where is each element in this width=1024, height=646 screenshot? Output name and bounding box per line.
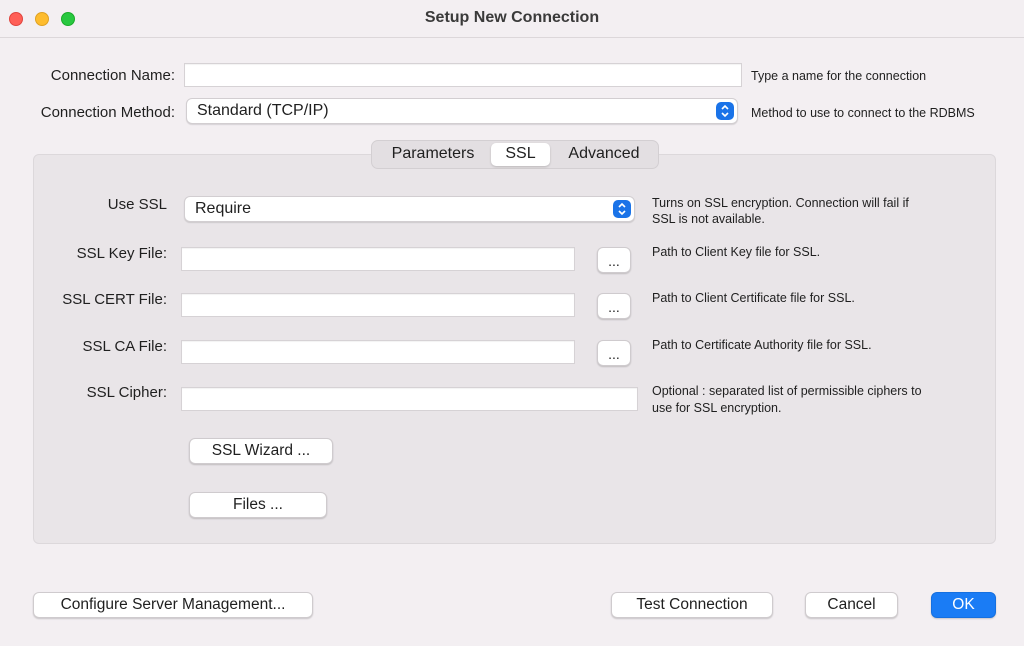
ssl-cert-file-input[interactable] <box>181 293 575 317</box>
use-ssl-value: Require <box>195 200 252 217</box>
ssl-ca-file-input[interactable] <box>181 340 575 364</box>
ssl-cipher-input[interactable] <box>181 387 638 411</box>
connection-name-hint: Type a name for the connection <box>751 69 927 83</box>
use-ssl-hint-line-2: SSL is not available. <box>652 212 765 226</box>
window-title: Setup New Connection <box>424 9 600 26</box>
connection-name-input[interactable] <box>184 63 742 87</box>
use-ssl-select[interactable]: Require <box>184 196 635 222</box>
ssl-cert-file-hint: Path to Client Certificate file for SSL. <box>652 291 855 305</box>
use-ssl-hint-line-1: Turns on SSL encryption. Connection will… <box>652 196 909 210</box>
ssl-ca-file-browse-button[interactable]: ... <box>597 340 631 366</box>
test-connection-button[interactable]: Test Connection <box>611 592 773 618</box>
tab-parameters[interactable]: Parameters <box>376 143 490 166</box>
ssl-cipher-hint-line-2: use for SSL encryption. <box>652 401 782 415</box>
ssl-key-file-hint: Path to Client Key file for SSL. <box>652 245 821 259</box>
chevron-up-down-icon <box>613 200 631 218</box>
use-ssl-label: Use SSL <box>107 196 167 213</box>
tab-advanced[interactable]: Advanced <box>552 143 656 166</box>
ssl-cert-file-browse-button[interactable]: ... <box>597 293 631 319</box>
ssl-cipher-label: SSL Cipher: <box>86 384 167 401</box>
connection-method-label: Connection Method: <box>40 104 175 121</box>
chevron-up-down-icon <box>716 102 734 120</box>
ssl-key-file-label: SSL Key File: <box>76 245 167 262</box>
ssl-key-file-browse-button[interactable]: ... <box>597 247 631 273</box>
connection-name-label: Connection Name: <box>50 67 175 84</box>
configure-server-management-button[interactable]: Configure Server Management... <box>33 592 313 618</box>
ssl-cipher-hint-line-1: Optional : separated list of permissible… <box>652 384 922 398</box>
connection-method-value: Standard (TCP/IP) <box>197 102 329 119</box>
setup-connection-window: Setup New Connection Connection Name: Ty… <box>0 0 1024 646</box>
tab-ssl[interactable]: SSL <box>491 143 550 166</box>
cancel-button[interactable]: Cancel <box>805 592 898 618</box>
ssl-key-file-input[interactable] <box>181 247 575 271</box>
tab-bar: Parameters SSL Advanced <box>371 140 659 169</box>
ssl-ca-file-hint: Path to Certificate Authority file for S… <box>652 338 872 352</box>
ssl-cert-file-label: SSL CERT File: <box>62 291 167 308</box>
ssl-wizard-button[interactable]: SSL Wizard ... <box>189 438 333 464</box>
connection-method-hint: Method to use to connect to the RDBMS <box>751 106 975 120</box>
files-button[interactable]: Files ... <box>189 492 327 518</box>
ssl-ca-file-label: SSL CA File: <box>82 338 167 355</box>
connection-method-select[interactable]: Standard (TCP/IP) <box>186 98 738 124</box>
ok-button[interactable]: OK <box>931 592 996 618</box>
title-bar: Setup New Connection <box>0 0 1024 38</box>
